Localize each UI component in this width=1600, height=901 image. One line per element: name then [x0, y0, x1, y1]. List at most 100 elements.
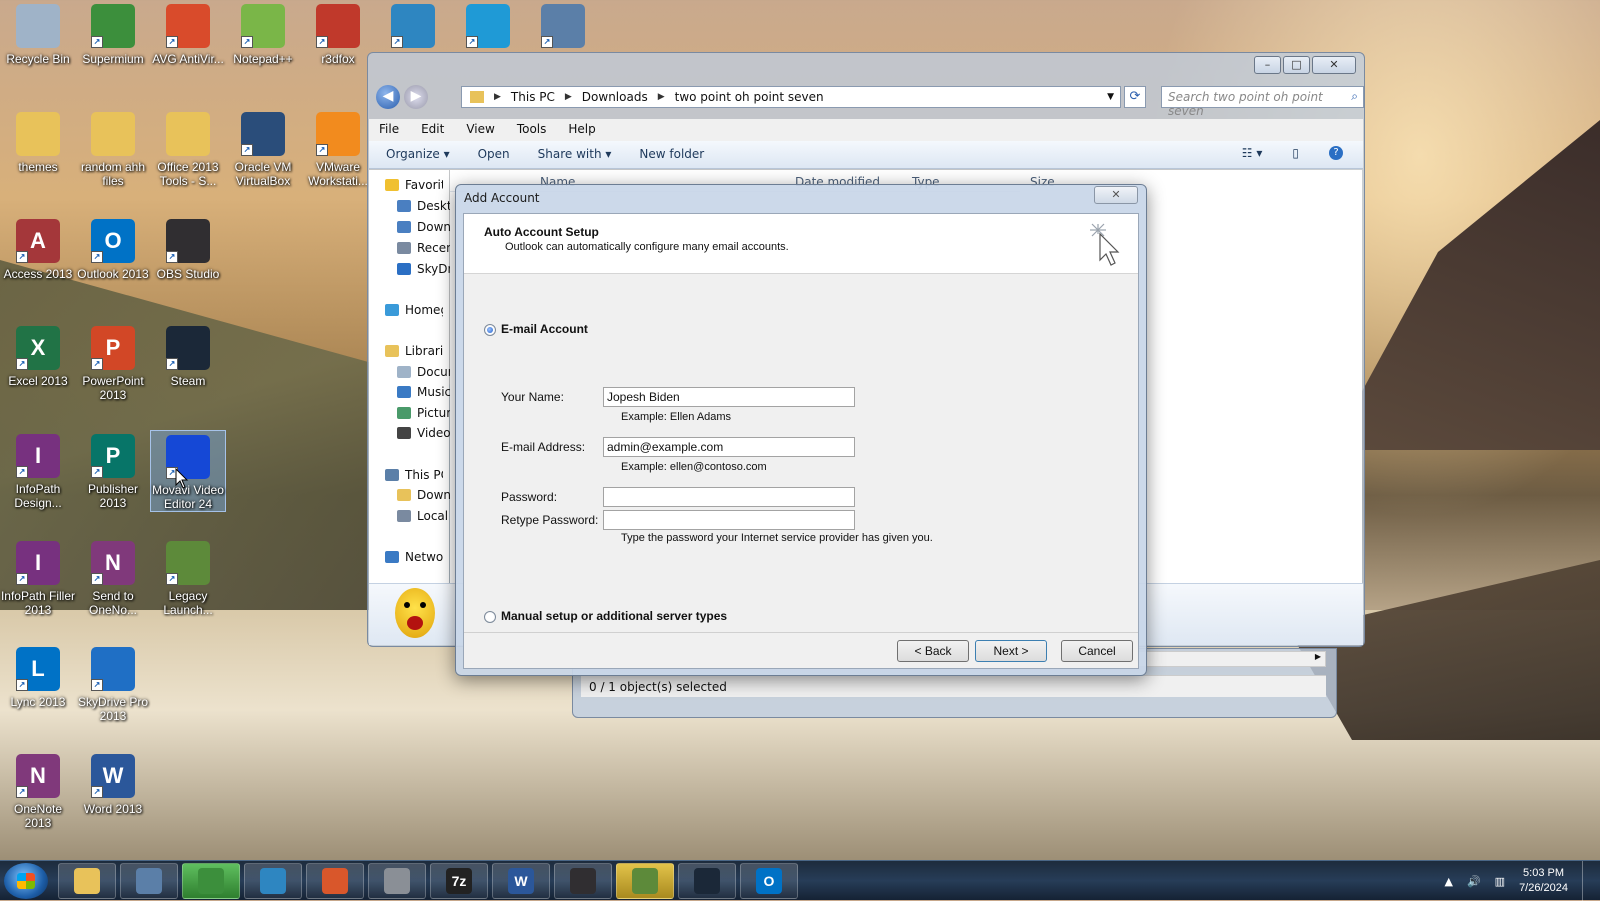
desktop-shortcut[interactable]: O ↗ Outlook 2013 — [75, 215, 151, 281]
organize-button[interactable]: Organize ▾ — [386, 147, 450, 162]
desktop-shortcut[interactable]: A ↗ Access 2013 — [0, 215, 76, 281]
new-folder-button[interactable]: New folder — [639, 147, 704, 162]
desktop-shortcut[interactable]: N ↗ Send to OneNo... — [75, 537, 151, 617]
cancel-button[interactable]: Cancel — [1061, 640, 1133, 662]
nav-item[interactable]: Local Disk — [397, 509, 455, 523]
close-button[interactable]: ✕ — [1312, 56, 1356, 74]
desktop-shortcut[interactable]: L ↗ Lync 2013 — [0, 643, 76, 709]
desktop-shortcut[interactable]: ↗ r3dfox — [300, 0, 376, 66]
menu-help[interactable]: Help — [568, 122, 595, 138]
menu-view[interactable]: View — [466, 122, 494, 138]
show-desktop-button[interactable] — [1582, 861, 1592, 901]
breadcrumb-this-pc[interactable]: This PC — [511, 90, 555, 104]
desktop-shortcut[interactable]: ↗ — [375, 0, 451, 52]
address-bar[interactable]: ▶ This PC ▶ Downloads ▶ two point oh poi… — [461, 86, 1121, 108]
view-options-icon[interactable]: ☷ ▾ — [1242, 146, 1263, 160]
menu-tools[interactable]: Tools — [517, 122, 547, 138]
desktop-shortcut[interactable]: ↗ — [450, 0, 526, 52]
desktop-shortcut[interactable]: N ↗ OneNote 2013 — [0, 750, 76, 830]
taskbar-app-button[interactable] — [306, 863, 364, 899]
desktop-shortcut[interactable]: ↗ Legacy Launch... — [150, 537, 226, 617]
desktop-shortcut[interactable]: ↗ OBS Studio — [150, 215, 226, 281]
taskbar-app-button[interactable] — [120, 863, 178, 899]
nav-item[interactable]: SkyDrive — [397, 262, 455, 276]
manual-setup-radio[interactable] — [484, 611, 496, 623]
forward-arrow-icon[interactable]: ▶ — [404, 85, 428, 109]
nav-item[interactable]: Favorites — [385, 178, 443, 192]
desktop-shortcut[interactable]: Recycle Bin — [0, 0, 76, 66]
nav-item[interactable]: Videos — [397, 426, 455, 440]
refresh-icon[interactable]: ⟳ — [1124, 86, 1146, 108]
taskbar-app-button[interactable] — [58, 863, 116, 899]
nav-item[interactable]: Libraries — [385, 344, 443, 358]
back-arrow-icon[interactable]: ◀ — [376, 85, 400, 109]
taskbar-app-button[interactable] — [244, 863, 302, 899]
taskbar-app-button[interactable] — [616, 863, 674, 899]
taskbar-app-button[interactable] — [368, 863, 426, 899]
dialog-close-button[interactable]: ✕ — [1094, 186, 1138, 204]
desktop-shortcut[interactable]: X ↗ Excel 2013 — [0, 322, 76, 388]
password-field[interactable] — [603, 487, 855, 507]
desktop-shortcut[interactable]: ↗ — [525, 0, 601, 52]
breadcrumb-current-folder[interactable]: two point oh point seven — [675, 90, 824, 104]
desktop-shortcut[interactable]: W ↗ Word 2013 — [75, 750, 151, 816]
preview-pane-icon[interactable]: ▯ — [1292, 146, 1299, 160]
back-button[interactable]: < Back — [897, 640, 969, 662]
start-button[interactable] — [4, 863, 48, 899]
add-account-dialog[interactable]: Add Account ✕ Auto Account Setup Outlook… — [455, 184, 1147, 676]
nav-item[interactable]: Documents — [397, 365, 455, 379]
share-with-button[interactable]: Share with ▾ — [538, 147, 612, 162]
maximize-button[interactable]: □ — [1283, 56, 1310, 74]
nav-item[interactable]: Pictures — [397, 406, 455, 420]
help-icon[interactable]: ? — [1329, 146, 1343, 160]
nav-item[interactable]: Recent places — [397, 241, 455, 255]
nav-item[interactable]: Downloads — [397, 488, 455, 502]
desktop-shortcut[interactable]: random ahh files — [75, 108, 151, 188]
taskbar-app-button[interactable] — [554, 863, 612, 899]
desktop-shortcut[interactable]: ↗ AVG AntiVir... — [150, 0, 226, 66]
nav-item[interactable]: Network — [385, 550, 443, 564]
nav-item[interactable]: Homegroup — [385, 303, 443, 317]
network-icon[interactable]: ▥ — [1495, 875, 1505, 888]
minimize-button[interactable]: – — [1254, 56, 1281, 74]
desktop-shortcut[interactable]: P ↗ Publisher 2013 — [75, 430, 151, 510]
taskbar-app-button[interactable] — [678, 863, 736, 899]
taskbar-app-button[interactable]: 7z — [430, 863, 488, 899]
desktop-shortcut[interactable]: ↗ SkyDrive Pro 2013 — [75, 643, 151, 723]
email-account-label[interactable]: E-mail Account — [501, 322, 588, 336]
nav-item[interactable]: Desktop — [397, 199, 455, 213]
retype-password-field[interactable] — [603, 510, 855, 530]
desktop-shortcut[interactable]: Office 2013 Tools - S... — [150, 108, 226, 188]
nav-item[interactable]: Downloads — [397, 220, 455, 234]
your-name-field[interactable]: Jopesh Biden — [603, 387, 855, 407]
next-button[interactable]: Next > — [975, 640, 1047, 662]
desktop-shortcut[interactable]: ↗ Notepad++ — [225, 0, 301, 66]
volume-icon[interactable]: 🔊 — [1467, 875, 1481, 888]
manual-setup-label[interactable]: Manual setup or additional server types — [501, 609, 727, 623]
open-button[interactable]: Open — [478, 147, 510, 162]
desktop-shortcut[interactable]: ↗ VMware Workstati... — [300, 108, 376, 188]
email-address-field[interactable]: admin@example.com — [603, 437, 855, 457]
desktop-shortcut[interactable]: ↗ Supermium — [75, 0, 151, 66]
taskbar-app-button[interactable] — [182, 863, 240, 899]
menu-file[interactable]: File — [379, 122, 399, 138]
desktop-shortcut[interactable]: P ↗ PowerPoint 2013 — [75, 322, 151, 402]
nav-item[interactable]: This PC — [385, 468, 443, 482]
downloads-icon — [397, 489, 411, 501]
desktop-shortcut[interactable]: I ↗ InfoPath Design... — [0, 430, 76, 510]
breadcrumb-downloads[interactable]: Downloads — [582, 90, 648, 104]
email-account-radio[interactable] — [484, 324, 496, 336]
desktop-shortcut[interactable]: ↗ Oracle VM VirtualBox — [225, 108, 301, 188]
address-dropdown-icon[interactable]: ▼ — [1107, 92, 1114, 102]
desktop-shortcut[interactable]: themes — [0, 108, 76, 174]
taskbar-app-button[interactable]: O — [740, 863, 798, 899]
nav-item[interactable]: Music — [397, 385, 455, 399]
tray-expand-icon[interactable]: ▲ — [1444, 875, 1452, 888]
search-input[interactable]: Search two point oh point seven ⌕ — [1161, 86, 1364, 118]
desktop-shortcut[interactable]: ↗ Steam — [150, 322, 226, 388]
scroll-right-icon[interactable]: ▶ — [1315, 652, 1321, 661]
desktop-shortcut[interactable]: I ↗ InfoPath Filler 2013 — [0, 537, 76, 617]
menu-edit[interactable]: Edit — [421, 122, 444, 138]
clock[interactable]: 5:03 PM 7/26/2024 — [1519, 866, 1568, 896]
taskbar-app-button[interactable]: W — [492, 863, 550, 899]
